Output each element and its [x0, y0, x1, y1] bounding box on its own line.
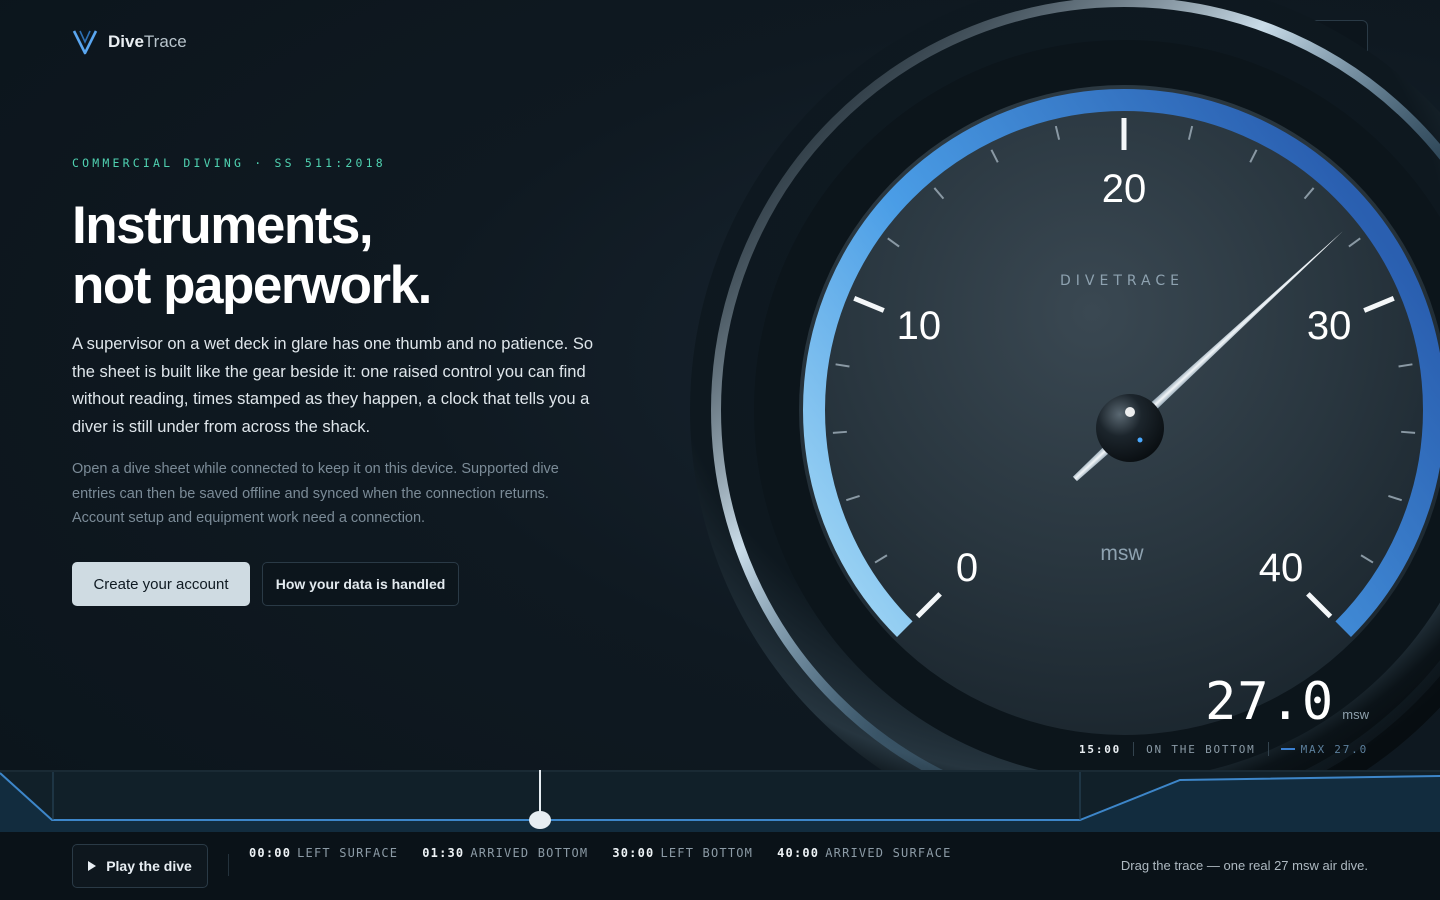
status-divider [1133, 742, 1135, 756]
hero-headline: Instruments, not paperwork. [72, 196, 432, 315]
elapsed-time: 15:00 [1078, 742, 1122, 756]
hero-lead: A supervisor on a wet deck in glare has … [72, 335, 593, 436]
status-divider [1267, 742, 1269, 756]
dive-events: 00:00 LEFT SURFACE 01:30 ARRIVED BOTTOM 30… [249, 846, 952, 860]
gauge-minor-tick [832, 430, 847, 434]
depth-unit: msw [1342, 707, 1369, 722]
depth-readout: 27.0 msw [1205, 672, 1369, 732]
gauge-minor-tick [1401, 430, 1416, 434]
gauge-label-20: 20 [1102, 167, 1147, 211]
gauge-brand-label: DIVETRACE [1060, 273, 1184, 289]
brand-name: DiveTrace [108, 32, 187, 51]
hero-eyebrow: COMMERCIAL DIVING · SS 511:2018 [72, 156, 386, 170]
data-handling-button[interactable]: How your data is handled [262, 562, 459, 606]
gauge-label-10: 10 [897, 304, 942, 348]
gauge-hub [1096, 394, 1164, 462]
gauge-unit-label: msw [1100, 542, 1144, 565]
create-account-button[interactable]: Create your account [72, 562, 250, 606]
dive-status-row: 15:00 ON THE BOTTOM MAX 27.0 [1079, 742, 1368, 756]
trace-scrub-handle[interactable] [529, 811, 551, 829]
gauge-label-0: 0 [956, 546, 978, 590]
brand-logo[interactable]: DiveTrace [72, 28, 187, 56]
timeline-divider [228, 854, 229, 876]
event-left-surface[interactable]: 00:00 LEFT SURFACE [249, 846, 398, 860]
hero-offline-note: Open a dive sheet while connected to kee… [72, 461, 559, 526]
play-dive-button[interactable]: Play the dive [72, 844, 208, 888]
event-left-bottom[interactable]: 30:00 LEFT BOTTOM [612, 846, 753, 860]
event-arrived-surface[interactable]: 40:00 ARRIVED SURFACE [777, 846, 952, 860]
max-depth: MAX 27.0 [1280, 743, 1368, 756]
gauge-hub-dot [1137, 437, 1143, 443]
gauge-label-40: 40 [1259, 546, 1304, 590]
gauge-label-30: 30 [1307, 304, 1352, 348]
max-depth-line-icon [1280, 748, 1295, 750]
trace-hint: Drag the trace — one real 27 msw air div… [1120, 858, 1368, 873]
logo-v-icon [72, 30, 98, 55]
event-arrived-bottom[interactable]: 01:30 ARRIVED BOTTOM [422, 846, 588, 860]
play-icon [88, 861, 97, 871]
dive-phase: ON THE BOTTOM [1146, 742, 1256, 756]
dive-trace[interactable] [0, 770, 1440, 832]
gauge-hub-glint [1125, 407, 1135, 417]
depth-value: 27.0 [1205, 672, 1335, 732]
